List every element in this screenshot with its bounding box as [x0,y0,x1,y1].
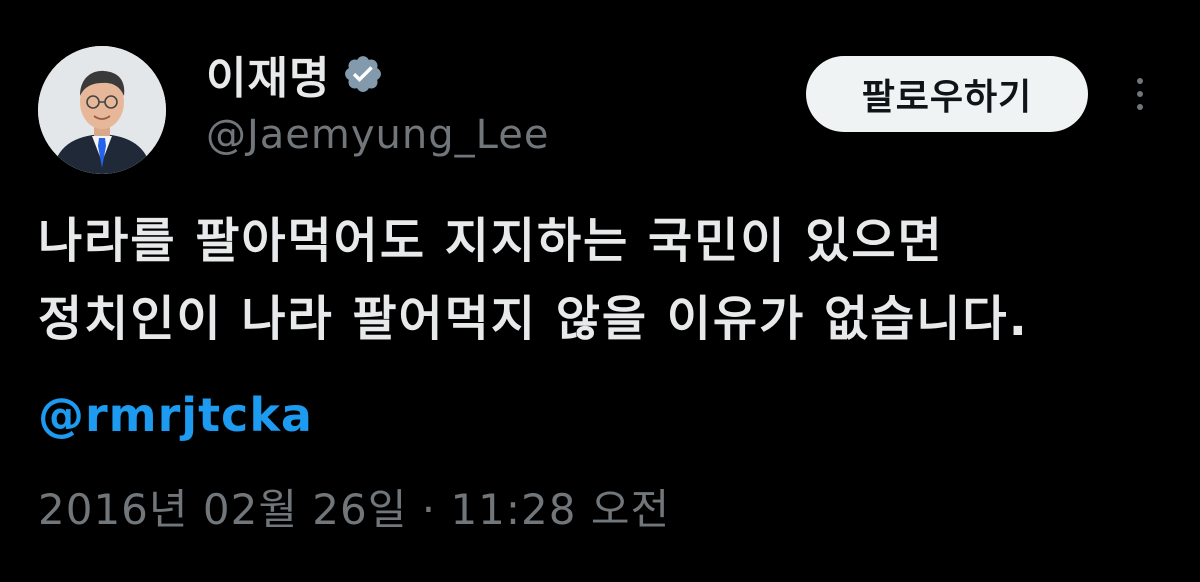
avatar-photo-icon [38,46,166,174]
more-options-icon[interactable] [1124,68,1156,120]
more-dot [1137,91,1143,97]
tweet-card: 이재명 @Jaemyung_Lee 팔로우하기 나라를 팔아먹어도 지지하는 국… [0,0,1200,582]
tweet-text-line: 나라를 팔아먹어도 지지하는 국민이 있으면 [38,213,944,269]
more-dot [1137,104,1143,110]
tweet-text: 나라를 팔아먹어도 지지하는 국민이 있으면 정치인이 나라 팔어먹지 않을 이… [38,202,1178,358]
mention-link[interactable]: @rmrjtcka [38,388,313,442]
follow-button[interactable]: 팔로우하기 [806,56,1088,132]
author-avatar[interactable] [38,46,166,174]
author-display-name[interactable]: 이재명 [206,42,330,106]
author-name-row: 이재명 [206,44,384,104]
more-dot [1137,78,1143,84]
tweet-text-line: 정치인이 나라 팔어먹지 않을 이유가 없습니다. [38,291,1029,347]
verified-badge-icon [342,53,384,95]
author-handle[interactable]: @Jaemyung_Lee [206,112,549,158]
tweet-timestamp[interactable]: 2016년 02월 26일 · 11:28 오전 [38,476,670,537]
